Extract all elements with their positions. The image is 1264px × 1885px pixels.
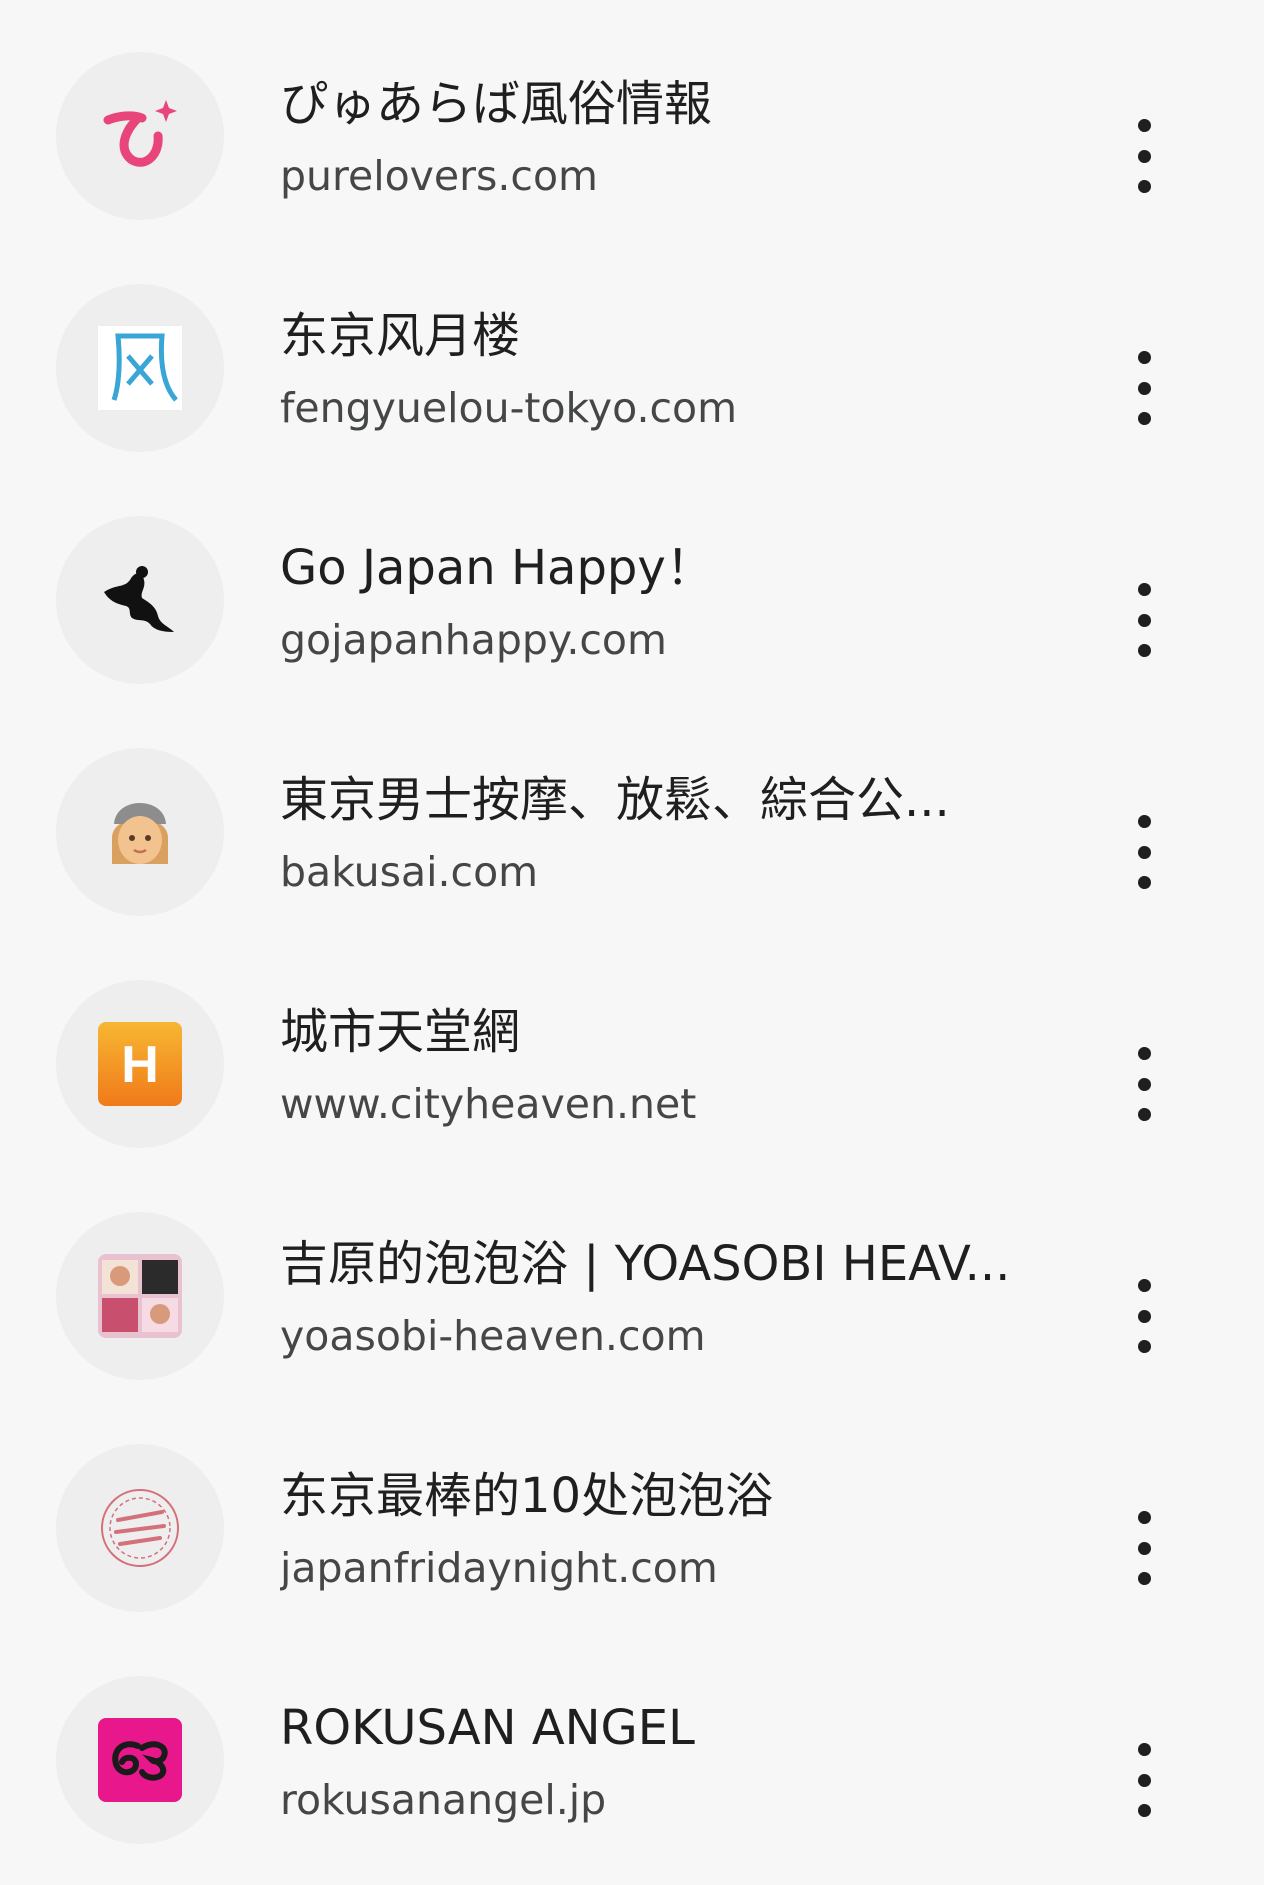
h-logo-icon: H bbox=[98, 1022, 182, 1106]
photo-collage-icon bbox=[98, 1254, 182, 1338]
list-item[interactable]: 吉原的泡泡浴 | YOASOBI HEAV... yoasobi-heaven.… bbox=[0, 1186, 1264, 1418]
site-url[interactable]: yoasobi-heaven.com bbox=[280, 1308, 706, 1364]
more-vert-icon bbox=[1137, 1743, 1151, 1756]
favicon-container bbox=[56, 516, 224, 684]
site-title[interactable]: 吉原的泡泡浴 | YOASOBI HEAV... bbox=[280, 1232, 1010, 1296]
cupid-silhouette-icon bbox=[104, 566, 174, 632]
more-vert-icon bbox=[1137, 351, 1151, 364]
site-title[interactable]: 东京最棒的10处泡泡浴 bbox=[280, 1464, 773, 1528]
more-vert-icon bbox=[1137, 1047, 1151, 1060]
japan-friday-night-stamp-icon bbox=[101, 1489, 179, 1567]
site-url[interactable]: www.cityheaven.net bbox=[280, 1076, 696, 1132]
more-vert-icon bbox=[1137, 119, 1151, 132]
site-url[interactable]: bakusai.com bbox=[280, 844, 538, 900]
favicon-container: H bbox=[56, 980, 224, 1148]
list-item[interactable]: 东京风月楼 fengyuelou-tokyo.com bbox=[0, 258, 1264, 490]
site-url[interactable]: gojapanhappy.com bbox=[280, 612, 667, 668]
favicon-container bbox=[56, 1676, 224, 1844]
site-title[interactable]: Go Japan Happy！ bbox=[280, 536, 714, 600]
more-options-button[interactable] bbox=[1114, 1503, 1174, 1593]
site-url[interactable]: japanfridaynight.com bbox=[280, 1540, 718, 1596]
list-item[interactable]: ぴゅあらば風俗情報 purelovers.com bbox=[0, 26, 1264, 258]
more-options-button[interactable] bbox=[1114, 807, 1174, 897]
more-options-button[interactable] bbox=[1114, 111, 1174, 201]
site-title[interactable]: ROKUSAN ANGEL bbox=[280, 1696, 695, 1760]
more-vert-icon bbox=[1137, 583, 1151, 596]
favicon-container bbox=[56, 748, 224, 916]
site-list: ぴゅあらば風俗情報 purelovers.com 东京风月楼 fengyuelo… bbox=[0, 0, 1264, 1885]
list-item[interactable]: Go Japan Happy！ gojapanhappy.com bbox=[0, 490, 1264, 722]
more-vert-icon bbox=[1137, 815, 1151, 828]
more-options-button[interactable] bbox=[1114, 575, 1174, 665]
list-item[interactable]: 东京最棒的10处泡泡浴 japanfridaynight.com bbox=[0, 1418, 1264, 1650]
more-options-button[interactable] bbox=[1114, 1271, 1174, 1361]
face-emoji-icon bbox=[112, 803, 168, 864]
more-options-button[interactable] bbox=[1114, 1735, 1174, 1825]
pyu-logo-icon bbox=[103, 100, 177, 167]
kaze-character-icon bbox=[98, 326, 182, 410]
favicon-container bbox=[56, 1212, 224, 1380]
more-vert-icon bbox=[1137, 1511, 1151, 1524]
more-options-button[interactable] bbox=[1114, 1039, 1174, 1129]
more-options-button[interactable] bbox=[1114, 343, 1174, 433]
h-logo-letter: H bbox=[121, 1036, 159, 1094]
favicon-container bbox=[56, 284, 224, 452]
list-item[interactable]: ROKUSAN ANGEL rokusanangel.jp bbox=[0, 1650, 1264, 1882]
more-vert-icon bbox=[1137, 1279, 1151, 1292]
site-title[interactable]: 东京风月楼 bbox=[280, 304, 520, 368]
site-url[interactable]: purelovers.com bbox=[280, 148, 598, 204]
favicon-container bbox=[56, 1444, 224, 1612]
list-item[interactable]: H 城市天堂網 www.cityheaven.net bbox=[0, 954, 1264, 1186]
rokusan-logo-icon bbox=[98, 1718, 182, 1802]
site-title[interactable]: 城市天堂網 bbox=[280, 1000, 520, 1064]
site-title[interactable]: 東京男士按摩、放鬆、綜合公... bbox=[280, 768, 950, 832]
list-item[interactable]: 東京男士按摩、放鬆、綜合公... bakusai.com bbox=[0, 722, 1264, 954]
site-title[interactable]: ぴゅあらば風俗情報 bbox=[280, 72, 712, 136]
site-url[interactable]: rokusanangel.jp bbox=[280, 1772, 606, 1828]
site-url[interactable]: fengyuelou-tokyo.com bbox=[280, 380, 737, 436]
favicon-container bbox=[56, 52, 224, 220]
